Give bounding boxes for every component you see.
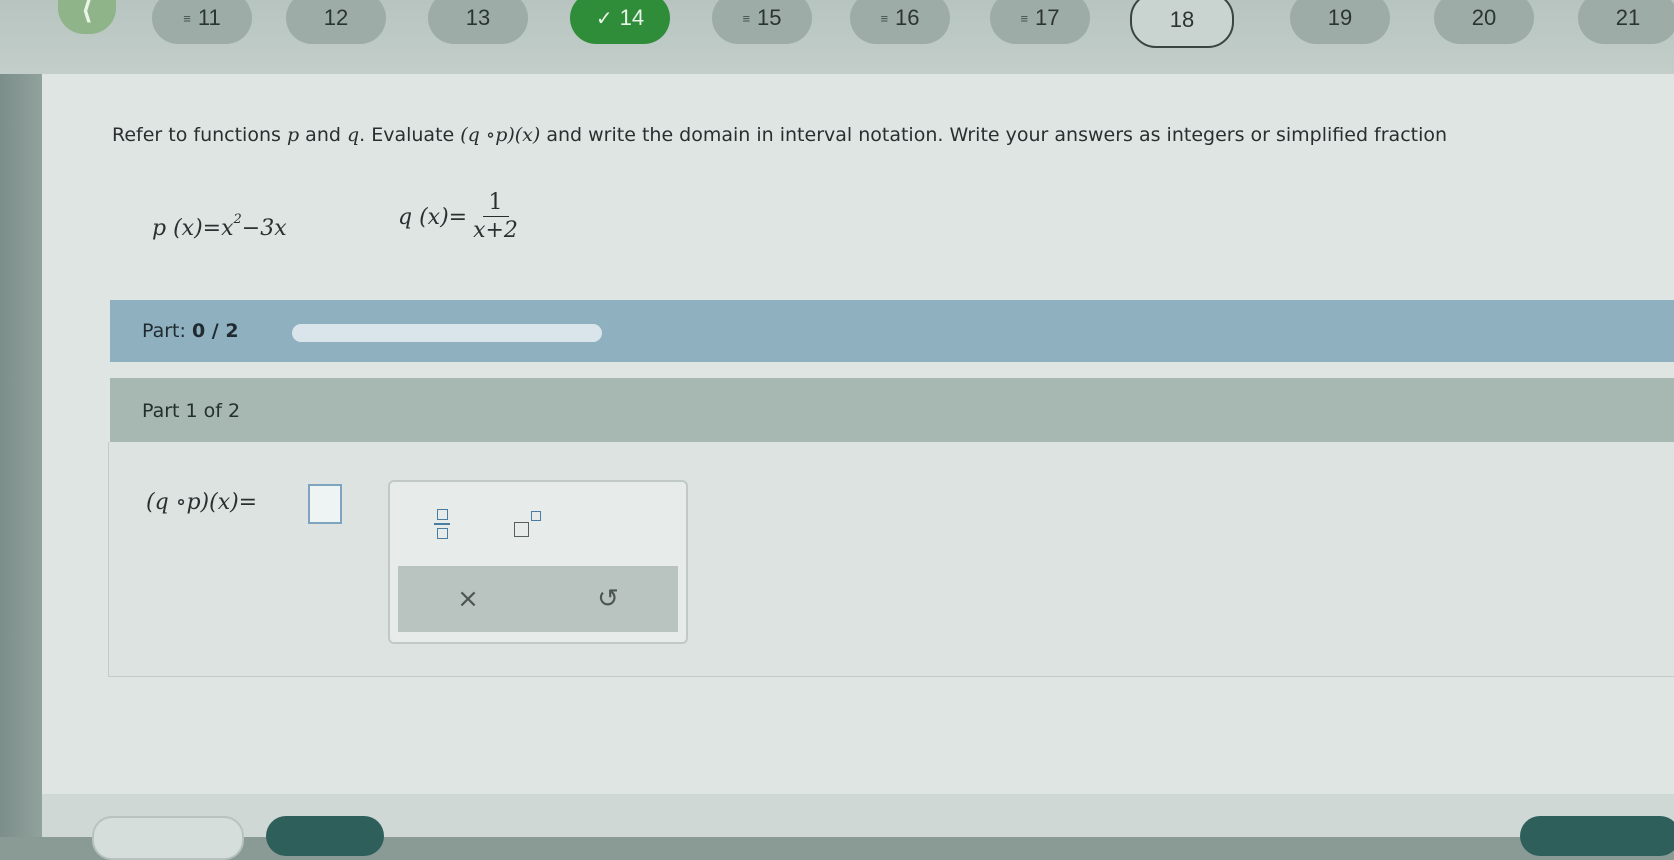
exponent-icon — [514, 509, 542, 539]
clear-icon[interactable]: × — [457, 584, 479, 614]
question-21-button[interactable]: 21 — [1578, 0, 1674, 44]
undo-icon[interactable]: ↺ — [597, 584, 619, 614]
check-button[interactable] — [266, 816, 384, 856]
answered-icon: ≡ — [880, 10, 888, 26]
math-palette: × ↺ — [388, 480, 688, 644]
part-1-heading: Part 1 of 2 — [142, 400, 241, 422]
question-17-button[interactable]: ≡ 17 — [990, 0, 1090, 44]
question-11-button[interactable]: ≡ 11 — [152, 0, 252, 44]
question-14-button[interactable]: ✓ 14 — [570, 0, 670, 44]
answered-icon: ≡ — [1020, 10, 1028, 26]
question-13-button[interactable]: 13 — [428, 0, 528, 44]
skip-button[interactable] — [92, 816, 244, 860]
function-p-definition: p (x)=x2−3x — [152, 212, 287, 241]
question-15-button[interactable]: ≡ 15 — [712, 0, 812, 44]
save-button[interactable] — [1520, 816, 1674, 856]
part-1-body — [108, 442, 1674, 677]
question-nav-bar: ⟨ ≡ 11 12 13 ✓ 14 ≡ 15 ≡ 16 ≡ 17 18 19 2… — [0, 0, 1674, 74]
answered-icon: ≡ — [183, 10, 191, 26]
fraction-button[interactable] — [422, 504, 462, 544]
question-12-button[interactable]: 12 — [286, 0, 386, 44]
composition-expression: (q ∘p)(x)= — [146, 490, 258, 515]
palette-actions: × ↺ — [398, 566, 678, 632]
part-progress-label: Part: 0 / 2 — [142, 320, 239, 342]
progress-track — [292, 324, 602, 342]
question-18-button[interactable]: 18 — [1130, 0, 1234, 48]
part-1-header: Part 1 of 2 — [110, 378, 1674, 442]
question-20-button[interactable]: 20 — [1434, 0, 1534, 44]
q-fraction: 1 x+2 — [473, 190, 518, 243]
chevron-left-icon: ⟨ — [81, 0, 93, 26]
exponent-button[interactable] — [508, 504, 548, 544]
part-progress-bar: Part: 0 / 2 — [110, 300, 1674, 362]
problem-prompt: Refer to functions p and q. Evaluate (q … — [112, 124, 1448, 146]
check-icon: ✓ — [595, 7, 613, 30]
question-16-button[interactable]: ≡ 16 — [850, 0, 950, 44]
fraction-icon — [434, 509, 450, 539]
question-19-button[interactable]: 19 — [1290, 0, 1390, 44]
answer-input[interactable] — [308, 484, 342, 524]
back-arrow-button[interactable]: ⟨ — [58, 0, 116, 34]
function-q-definition: q (x)= 1 x+2 — [398, 190, 518, 243]
answered-icon: ≡ — [742, 10, 750, 26]
